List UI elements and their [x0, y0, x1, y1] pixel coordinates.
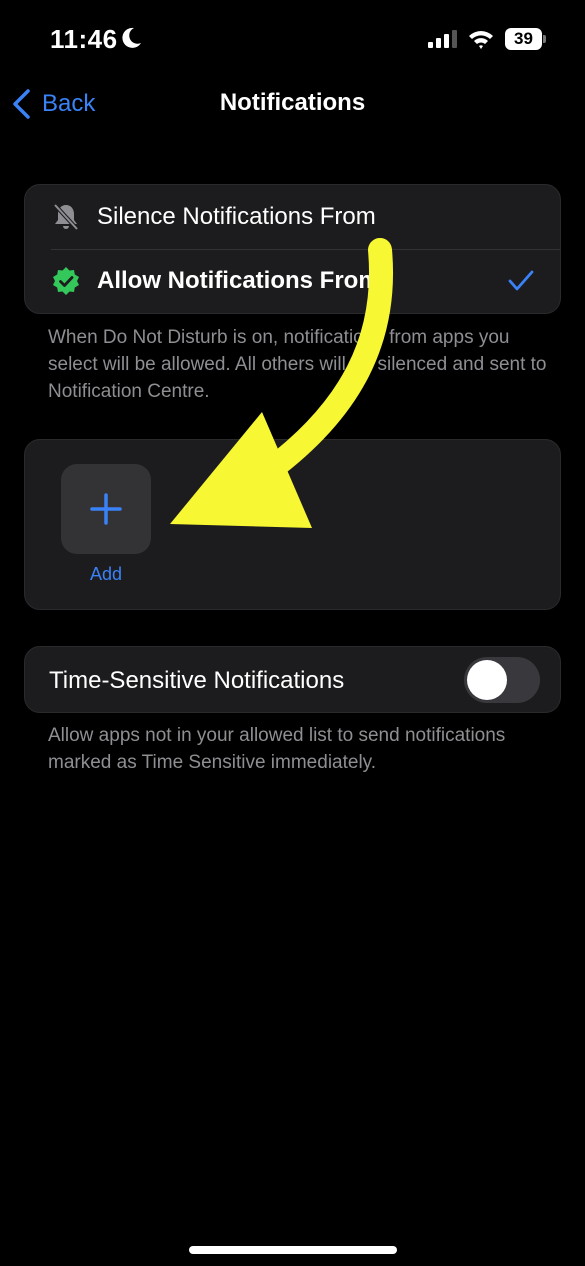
page-title: Notifications — [219, 89, 366, 116]
time-sensitive-group: Time-Sensitive Notifications — [24, 646, 561, 713]
verified-check-badge-icon — [53, 267, 79, 295]
allow-notifications-option[interactable]: Allow Notifications From — [25, 249, 560, 313]
notifications-screen: 11:46 39 Back Notifications Silence Noti… — [0, 0, 585, 1266]
home-indicator[interactable] — [189, 1246, 397, 1254]
time-sensitive-footnote: Allow apps not in your allowed list to s… — [48, 725, 506, 773]
battery-level: 39 — [505, 28, 542, 50]
toggle-knob — [467, 660, 507, 700]
cellular-signal-icon — [428, 30, 457, 48]
battery-cap — [543, 35, 546, 43]
checkmark-icon — [508, 270, 534, 291]
time-sensitive-toggle[interactable] — [464, 657, 540, 703]
add-app-label[interactable]: Add — [61, 564, 151, 585]
time-sensitive-row: Time-Sensitive Notifications — [25, 647, 560, 714]
time-sensitive-label: Time-Sensitive Notifications — [49, 666, 345, 694]
status-time: 11:46 — [50, 24, 118, 54]
wifi-icon — [469, 31, 493, 49]
silence-notifications-option[interactable]: Silence Notifications From — [25, 185, 560, 249]
add-app-button[interactable] — [61, 464, 151, 554]
plus-icon — [90, 493, 122, 525]
notification-mode-group: Silence Notifications From Allow Notific… — [24, 184, 561, 314]
battery-icon: 39 — [505, 28, 547, 50]
allow-notifications-label: Allow Notifications From — [97, 267, 380, 294]
mode-footnote: When Do Not Disturb is on, notifications… — [48, 327, 547, 402]
silence-notifications-label: Silence Notifications From — [97, 203, 376, 230]
allowed-apps-group: Add — [24, 439, 561, 610]
moon-icon — [122, 27, 141, 48]
bell-slash-icon — [53, 203, 79, 231]
